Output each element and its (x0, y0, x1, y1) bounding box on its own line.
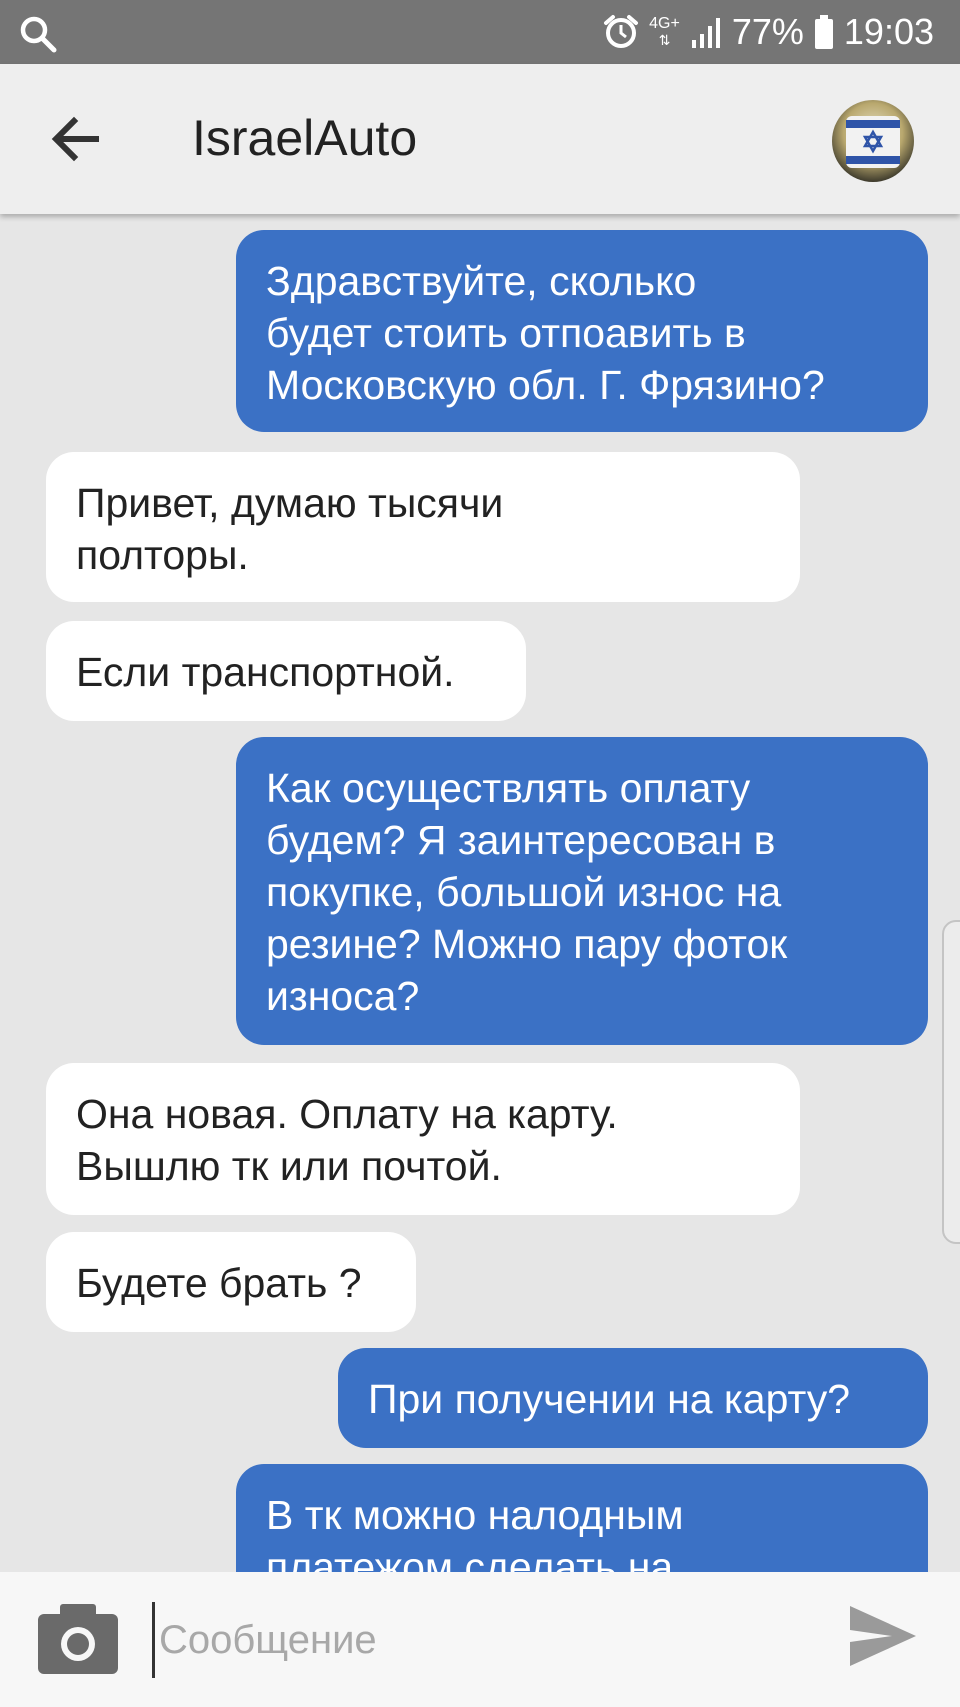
message-incoming[interactable]: Привет, думаю тысячи полторы. (46, 452, 800, 602)
message-input[interactable] (152, 1602, 799, 1678)
star-of-david-icon (832, 100, 914, 182)
battery-percentage: 77% (731, 11, 804, 52)
chat-header: IsraelAuto (0, 64, 960, 214)
network-arrows: ⇅ (658, 32, 671, 48)
message-outgoing[interactable]: При получении на карту? (338, 1348, 928, 1448)
message-outgoing[interactable]: В тк можно налодным платежом сделать на (236, 1464, 928, 1572)
network-type-label: 4G+ (649, 15, 680, 32)
arrow-left-icon[interactable] (46, 110, 104, 168)
scroll-indicator[interactable] (942, 920, 960, 1244)
search-icon (20, 16, 57, 53)
message-outgoing[interactable]: Как осуществлять оплату будем? Я заинтер… (236, 737, 928, 1045)
avatar[interactable] (832, 100, 914, 182)
alarm-icon (604, 15, 639, 48)
signal-icon (691, 18, 720, 48)
clock: 19:03 (843, 11, 934, 52)
battery-icon (814, 15, 833, 49)
message-incoming[interactable]: Будете брать ? (46, 1232, 416, 1332)
chat-title: IsraelAuto (192, 110, 418, 166)
send-icon[interactable] (848, 1604, 918, 1668)
message-outgoing[interactable]: Здравствуйте, сколько будет стоить отпоа… (236, 230, 928, 432)
message-incoming[interactable]: Она новая. Оплату на карту. Вышлю тк или… (46, 1063, 800, 1215)
status-icons: 4G+ ⇅ 77% 19:03 (603, 0, 934, 64)
camera-icon[interactable] (38, 1602, 118, 1674)
message-list[interactable]: Здравствуйте, сколько будет стоить отпоа… (0, 214, 960, 1572)
network-icon: 4G+ ⇅ (649, 15, 680, 49)
message-composer (0, 1572, 960, 1707)
status-bar: 4G+ ⇅ 77% 19:03 (0, 0, 960, 64)
message-incoming[interactable]: Если транспортной. (46, 621, 526, 721)
